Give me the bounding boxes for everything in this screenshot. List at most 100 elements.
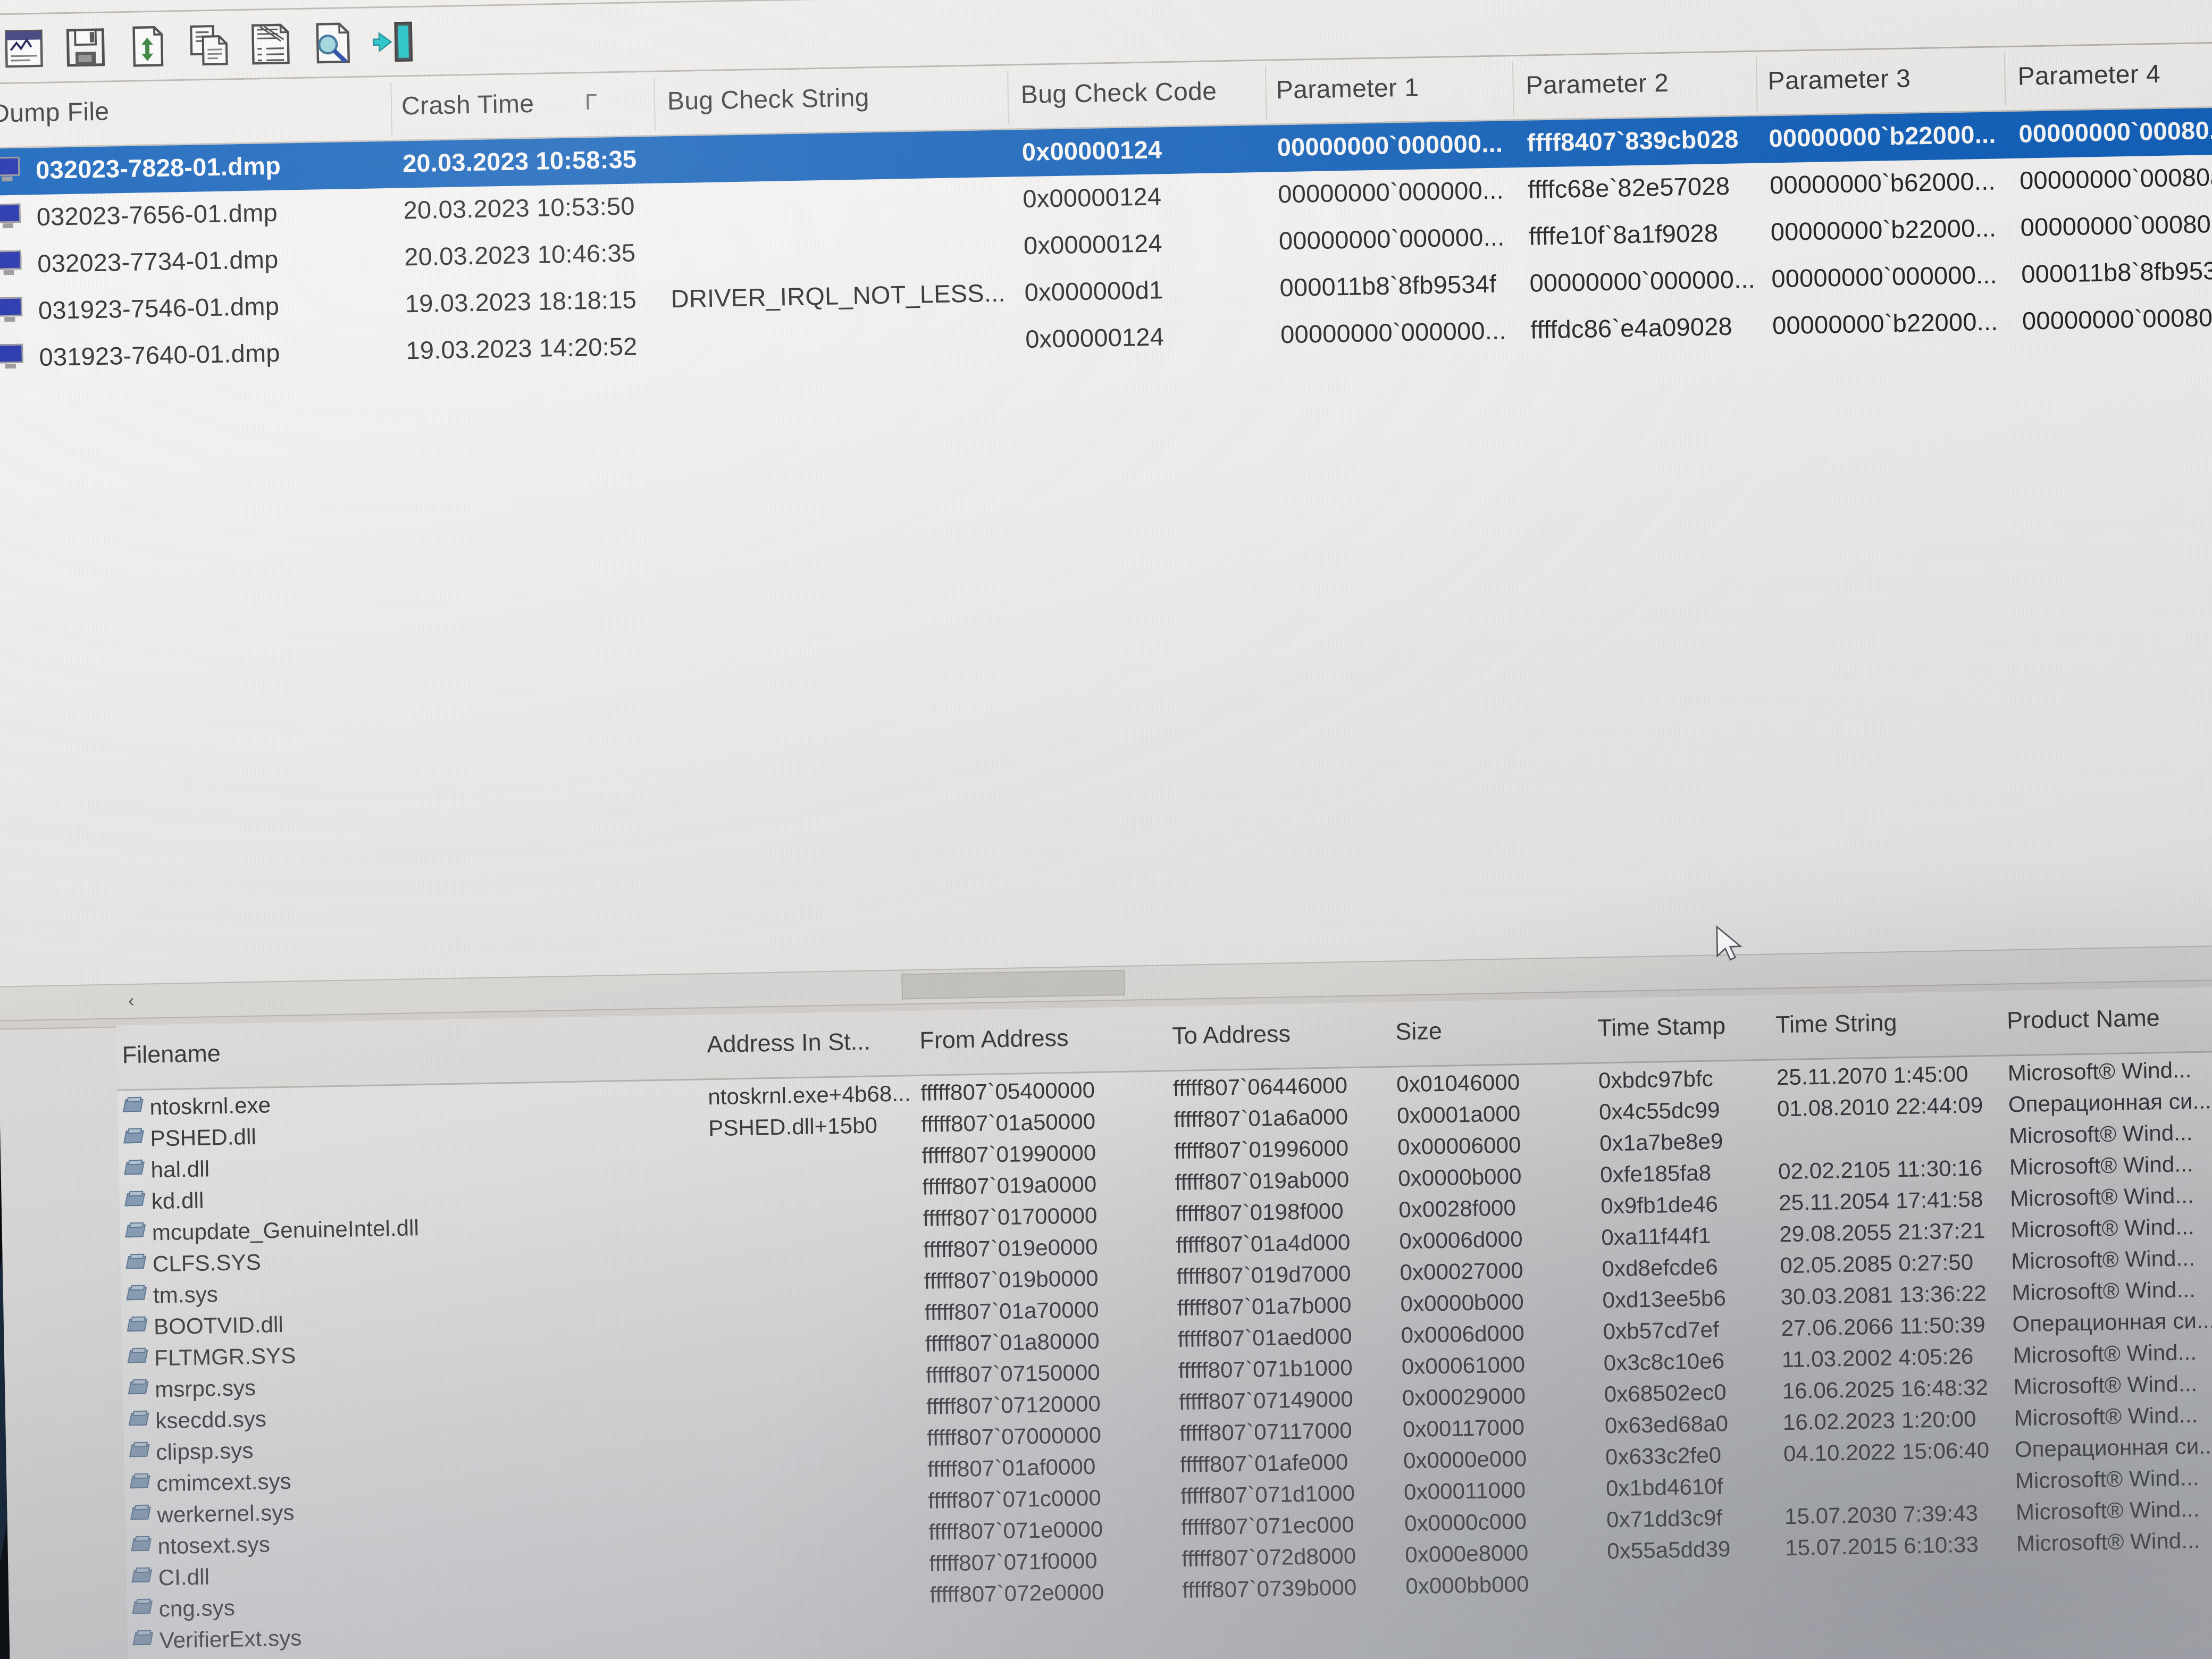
cell-size: 0x000bb000 — [1405, 1571, 1530, 1599]
find-button[interactable] — [301, 13, 364, 73]
driver-file-icon — [127, 1347, 150, 1368]
dump-file-icon — [0, 297, 24, 322]
cell-to-address: fffff807`019ab000 — [1174, 1167, 1350, 1195]
column-header-time-stamp[interactable]: Time Stamp — [1597, 1012, 1726, 1042]
mouse-cursor — [1716, 925, 1742, 961]
cell-size: 0x0006d000 — [1399, 1226, 1523, 1254]
copy-icon — [190, 25, 228, 66]
column-header-crash-time[interactable]: Crash Time — [401, 89, 534, 121]
column-header-address-in-stack[interactable]: Address In St... — [707, 1028, 871, 1059]
cell-to-address: fffff807`071b1000 — [1178, 1355, 1353, 1384]
cell-time-string: 27.06.2066 11:50:39 — [1781, 1312, 1986, 1341]
cell-to-address: fffff807`019d7000 — [1176, 1261, 1351, 1289]
driver-file-icon — [132, 1629, 155, 1649]
dump-file-list[interactable]: Dump File Crash Time Γ Bug Check String … — [0, 42, 2212, 1020]
cell-size: 0x0000c000 — [1404, 1509, 1527, 1536]
new-report-button[interactable] — [0, 19, 55, 78]
dump-file-icon — [0, 203, 23, 229]
cell-time-stamp: 0x3c8c10e6 — [1603, 1348, 1725, 1376]
column-header-size[interactable]: Size — [1395, 1017, 1442, 1046]
cell-product-name: Microsoft® Wind... — [2012, 1277, 2196, 1305]
cell-product-name: Операционная си... — [2012, 1308, 2212, 1337]
sort-indicator-icon: Γ — [584, 89, 598, 115]
driver-list-rows: ntoskrnl.exe ntoskrnl.exe+4b68... fffff807… — [118, 1051, 2212, 1655]
cell-dump-file: 032023-7828-01.dmp — [35, 151, 281, 185]
dump-file-icon — [0, 343, 26, 369]
cell-time-stamp: 0x55a5dd39 — [1606, 1536, 1731, 1564]
cell-size: 0x0000b000 — [1400, 1289, 1524, 1317]
driver-file-icon — [131, 1535, 154, 1555]
cell-time-string: 30.03.2081 13:36:22 — [1780, 1280, 1987, 1310]
column-header-time-string[interactable]: Time String — [1775, 1009, 1897, 1038]
cell-product-name: Microsoft® Wind... — [2007, 1057, 2192, 1086]
save-icon — [66, 28, 105, 67]
column-header-parameter-1[interactable]: Parameter 1 — [1276, 73, 1419, 105]
menu-options[interactable]: Options — [275, 0, 384, 2]
cell-from-address: fffff807`01700000 — [923, 1202, 1097, 1231]
cell-filename: hal.dll — [150, 1156, 210, 1183]
cell-filename: cng.sys — [158, 1595, 236, 1622]
column-header-bug-check-string[interactable]: Bug Check String — [667, 83, 870, 116]
cell-time-string: 16.02.2023 1:20:00 — [1782, 1406, 1977, 1435]
cell-from-address: fffff807`071e0000 — [928, 1516, 1103, 1545]
cell-to-address: fffff807`072d8000 — [1181, 1543, 1356, 1572]
cell-from-address: fffff807`071c0000 — [927, 1485, 1102, 1513]
driver-file-icon — [124, 1190, 147, 1211]
cell-time-string: 16.06.2025 16:48:32 — [1782, 1375, 1989, 1404]
column-header-filename[interactable]: Filename — [122, 1040, 221, 1069]
cell-address-in-stack: PSHED.dll+15b0 — [708, 1112, 878, 1141]
properties-button[interactable] — [239, 14, 302, 74]
cell-from-address: fffff807`01af0000 — [927, 1453, 1096, 1482]
cell-parameter-3: 00000000`b22000... — [1769, 120, 1996, 153]
cell-filename: BOOTVID.dll — [153, 1311, 284, 1339]
column-header-parameter-2[interactable]: Parameter 2 — [1526, 69, 1669, 100]
cell-address-in-stack: ntoskrnl.exe+4b68... — [707, 1080, 911, 1110]
menu-edit[interactable]: Edit — [78, 0, 138, 5]
menu-file[interactable]: File — [0, 0, 46, 7]
column-header-parameter-3[interactable]: Parameter 3 — [1767, 64, 1911, 96]
cell-from-address: fffff807`07150000 — [925, 1359, 1101, 1388]
cell-parameter-3: 00000000`b62000... — [1769, 166, 1996, 199]
driver-file-icon — [132, 1597, 155, 1618]
column-header-parameter-4[interactable]: Parameter 4 — [2017, 60, 2160, 91]
cell-time-stamp: 0x63ed68a0 — [1604, 1411, 1729, 1438]
cell-size: 0x0001a000 — [1396, 1101, 1521, 1128]
cell-dump-file: 032023-7734-01.dmp — [37, 245, 279, 278]
cell-time-string: 29.08.2055 21:37:21 — [1779, 1218, 1986, 1247]
cell-crash-time: 19.03.2023 18:18:15 — [405, 285, 637, 318]
cell-parameter-2: ffff8407`839cb028 — [1527, 124, 1739, 157]
cell-time-stamp: 0xd13ee5b6 — [1602, 1285, 1727, 1313]
refresh-icon — [132, 26, 164, 67]
cell-size: 0x00011000 — [1403, 1477, 1526, 1505]
refresh-button[interactable] — [116, 16, 179, 76]
save-button[interactable] — [54, 18, 117, 77]
cell-time-stamp: 0x9fb1de46 — [1600, 1191, 1719, 1219]
cell-size: 0x000e8000 — [1404, 1540, 1529, 1568]
column-header-from-address[interactable]: From Address — [919, 1024, 1069, 1054]
column-header-to-address[interactable]: To Address — [1172, 1020, 1291, 1050]
driver-list[interactable]: Filename Address In St... From Address T… — [116, 985, 2212, 1659]
cell-size: 0x00029000 — [1402, 1383, 1526, 1411]
cell-to-address: fffff807`071ec000 — [1180, 1512, 1355, 1540]
scroll-left-arrow-icon[interactable]: ‹ — [115, 985, 147, 1017]
cell-size: 0x01046000 — [1396, 1069, 1520, 1097]
copy-button[interactable] — [178, 15, 240, 75]
cell-to-address: fffff807`01aed000 — [1177, 1323, 1353, 1352]
exit-button[interactable] — [363, 12, 425, 72]
column-header-product-name[interactable]: Product Name — [2007, 1004, 2160, 1034]
cell-time-string: 02.02.2105 11:30:16 — [1778, 1155, 1983, 1184]
cell-product-name: Microsoft® Wind... — [2013, 1339, 2197, 1368]
scrollbar-thumb[interactable] — [901, 969, 1125, 1000]
column-header-dump-file[interactable]: Dump File — [0, 97, 110, 129]
cell-size: 0x00006000 — [1397, 1132, 1521, 1160]
menu-view[interactable]: View — [170, 0, 242, 3]
cell-to-address: fffff807`07117000 — [1179, 1418, 1353, 1446]
cell-filename: cmimcext.sys — [156, 1468, 292, 1496]
cell-from-address: fffff807`05400000 — [920, 1077, 1095, 1105]
cell-parameter-3: 00000000`000000... — [1771, 260, 1998, 293]
cell-bug-check-code: 0x00000124 — [1025, 322, 1164, 354]
column-header-bug-check-code[interactable]: Bug Check Code — [1020, 77, 1217, 110]
dump-file-icon — [0, 250, 24, 275]
cell-parameter-3: 00000000`b22000... — [1772, 307, 1998, 340]
cell-filename: FLTMGR.SYS — [154, 1343, 296, 1371]
